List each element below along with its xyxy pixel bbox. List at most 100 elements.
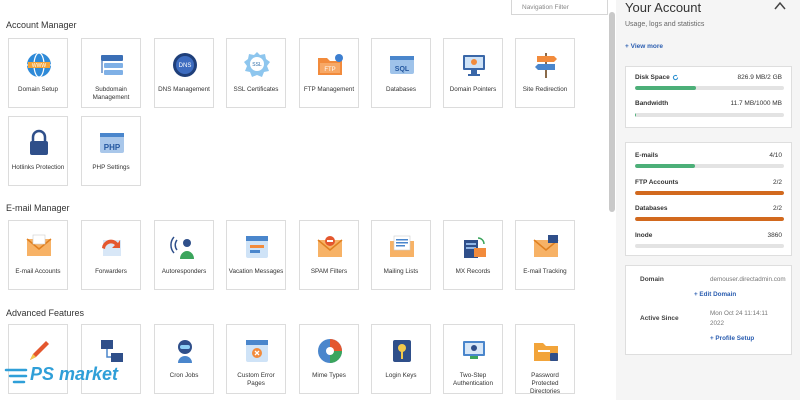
view-more-link[interactable]: + View more — [625, 43, 663, 50]
forward-icon — [102, 239, 121, 256]
usage-label: Databases — [635, 205, 668, 212]
active-since-year: 2022 — [710, 320, 725, 327]
ftp-folder-icon: FTP — [318, 54, 343, 75]
usage-label: Inode — [635, 232, 653, 239]
tile-ssl-certificates[interactable]: SSL SSL Certificates — [226, 38, 286, 108]
domain-value: demouser.directadmin.com — [710, 276, 786, 283]
php-icon: PHP — [100, 133, 124, 153]
tile-label: Domain Setup — [18, 86, 58, 93]
tile-label: E-mail Tracking — [523, 268, 567, 275]
tile-label: Databases — [385, 86, 417, 93]
svg-text:DNS: DNS — [179, 63, 192, 69]
tile-login-keys[interactable]: Login Keys — [371, 324, 431, 394]
tile-cron-jobs[interactable]: Cron Jobs — [154, 324, 214, 394]
sql-icon: SQL — [390, 56, 414, 74]
section-title-email-manager: E-mail Manager — [6, 203, 70, 213]
chevron-up-icon[interactable] — [773, 0, 787, 12]
two-step-icon — [463, 341, 485, 359]
tile-password-protected-directories[interactable]: Password Protected Directories — [515, 324, 575, 395]
usage-value: 11.7 MB/1000 MB — [730, 100, 782, 107]
tile-label: Domain Pointers — [449, 86, 497, 93]
autoresponder-icon — [170, 236, 194, 259]
main-panel: Navigation Filter Account Manager E-mail… — [0, 0, 612, 400]
tile-databases[interactable]: SQL Databases — [371, 38, 431, 108]
tile-subdomain-management[interactable]: Subdomain Management — [81, 38, 141, 108]
tile-vacation-messages[interactable]: Vacation Messages — [226, 220, 286, 290]
tile-label: E-mail Accounts — [15, 268, 61, 275]
tile-spam-filters[interactable]: SPAM Filters — [299, 220, 359, 290]
tile-mailing-lists[interactable]: Mailing Lists — [371, 220, 431, 290]
tile-label: Custom Error Pages — [237, 372, 275, 387]
logo-text: PS market — [30, 364, 119, 384]
tile-label: Site Redirection — [522, 86, 568, 93]
spam-filter-icon — [317, 236, 343, 257]
tile-php-settings[interactable]: PHP PHP Settings — [81, 116, 141, 186]
error-page-icon — [246, 340, 268, 362]
usage-bar — [635, 86, 784, 90]
tile-label: SPAM Filters — [310, 268, 348, 275]
tile-dns-management[interactable]: DNS DNS Management — [154, 38, 214, 108]
tile-email-accounts[interactable]: E-mail Accounts — [8, 220, 68, 290]
tile-label: Mailing Lists — [383, 268, 419, 275]
tile-label: PHP Settings — [92, 164, 130, 171]
globe-icon: WWW — [27, 52, 51, 78]
tile-label: FTP Management — [303, 86, 355, 93]
subdomain-icon — [101, 55, 123, 75]
tile-label: Login Keys — [385, 372, 417, 379]
svg-text:SSL: SSL — [252, 62, 262, 68]
svg-text:WWW: WWW — [32, 63, 46, 69]
svg-text:FTP: FTP — [324, 67, 335, 73]
usage-bar — [635, 191, 784, 195]
tile-label: MX Records — [455, 268, 491, 275]
usage-label: Disk Space — [635, 74, 679, 81]
profile-setup-link[interactable]: + Profile Setup — [710, 335, 754, 342]
tile-site-redirection[interactable]: Site Redirection — [515, 38, 575, 108]
tile-hotlinks-protection[interactable]: Hotlinks Protection — [8, 116, 68, 186]
signpost-icon — [535, 53, 557, 78]
lock-icon — [30, 129, 48, 155]
usage-bar — [635, 113, 784, 117]
usage-value: 2/2 — [772, 179, 782, 186]
usage-label: Bandwidth — [635, 100, 669, 107]
tile-forwarders[interactable]: Forwarders — [81, 220, 141, 290]
mime-types-icon — [318, 339, 342, 363]
tile-domain-setup[interactable]: WWW Domain Setup — [8, 38, 68, 108]
dns-icon: DNS — [173, 53, 197, 77]
vacation-icon — [246, 236, 268, 258]
tile-two-step-authentication[interactable]: Two-Step Authentication — [443, 324, 503, 394]
svg-text:SQL: SQL — [395, 66, 410, 73]
usage-label: FTP Accounts — [635, 179, 679, 186]
envelope-icon — [26, 234, 52, 256]
navigation-filter-input[interactable]: Navigation Filter — [511, 0, 608, 15]
refresh-icon[interactable] — [672, 74, 679, 81]
panel-subtitle: Usage, logs and statistics — [625, 21, 705, 28]
tile-ftp-management[interactable]: FTP FTP Management — [299, 38, 359, 108]
tile-mime-types[interactable]: Mime Types — [299, 324, 359, 394]
main-scrollbar[interactable] — [609, 12, 615, 212]
account-info-card: Domain demouser.directadmin.com + Edit D… — [625, 265, 792, 355]
active-since-label: Active Since — [640, 315, 679, 322]
usage-value: 3860 — [767, 232, 782, 239]
usage-bar — [635, 217, 784, 221]
tile-label: SSL Certificates — [233, 86, 279, 93]
tile-custom-error-pages[interactable]: Custom Error Pages — [226, 324, 286, 394]
svg-text:PHP: PHP — [104, 143, 121, 152]
mx-records-icon — [464, 237, 486, 258]
tile-mx-records[interactable]: MX Records — [443, 220, 503, 290]
tile-domain-pointers[interactable]: Domain Pointers — [443, 38, 503, 108]
keys-icon — [393, 340, 411, 362]
section-title-account-manager: Account Manager — [6, 20, 77, 30]
your-account-panel: Your Account Usage, logs and statistics … — [616, 0, 800, 400]
tile-email-tracking[interactable]: E-mail Tracking — [515, 220, 575, 290]
tile-label: Subdomain Management — [92, 86, 130, 101]
usage-value: 4/10 — [769, 152, 782, 159]
usage-card-storage: Disk Space 826.9 MB/2 GB Bandwidth 11.7 … — [625, 66, 792, 128]
tile-label: Hotlinks Protection — [11, 164, 65, 171]
ssl-badge-icon: SSL — [244, 52, 270, 77]
usage-bar-fill — [635, 86, 697, 90]
edit-domain-link[interactable]: + Edit Domain — [694, 291, 736, 298]
tile-autoresponders[interactable]: Autoresponders — [154, 220, 214, 290]
tile-label: Forwarders — [95, 268, 127, 275]
section-title-advanced-features: Advanced Features — [6, 308, 85, 318]
domain-label: Domain — [640, 276, 664, 283]
